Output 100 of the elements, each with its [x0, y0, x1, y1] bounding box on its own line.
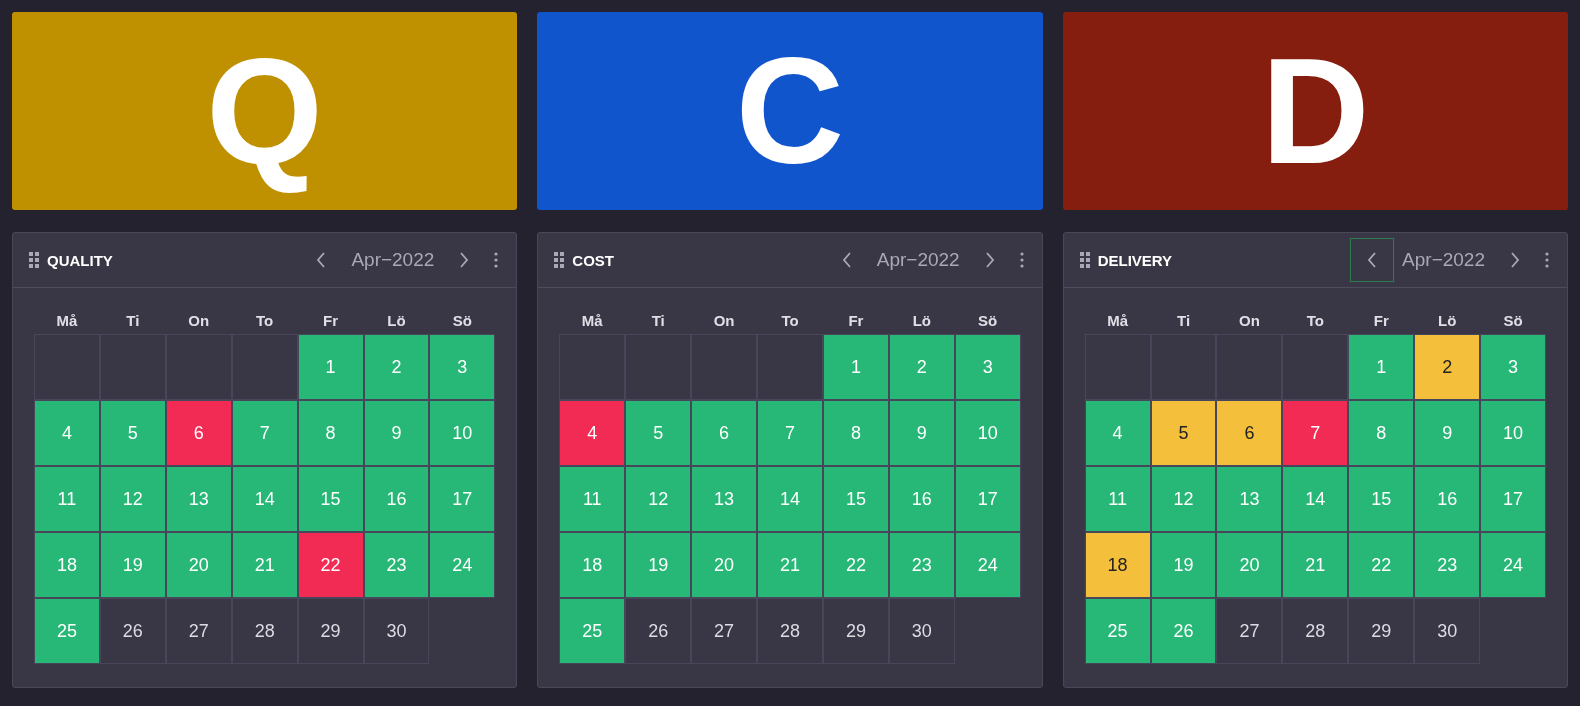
calendar-day[interactable]: 12 — [1150, 466, 1217, 532]
more-options-icon[interactable] — [1545, 252, 1549, 268]
calendar-day[interactable]: 29 — [822, 598, 889, 664]
calendar-day[interactable]: 3 — [429, 334, 496, 400]
calendar-day[interactable]: 5 — [1150, 400, 1217, 466]
calendar-day[interactable]: 27 — [165, 598, 232, 664]
calendar-day[interactable]: 27 — [1216, 598, 1283, 664]
calendar-day[interactable]: 15 — [297, 466, 364, 532]
calendar-day[interactable]: 3 — [954, 334, 1021, 400]
more-options-icon[interactable] — [1019, 252, 1024, 268]
calendar-day[interactable]: 15 — [822, 466, 889, 532]
calendar-day[interactable]: 27 — [691, 598, 758, 664]
calendar-day[interactable]: 3 — [1480, 334, 1546, 400]
calendar-day[interactable]: 4 — [559, 400, 626, 466]
calendar-day[interactable]: 16 — [363, 466, 430, 532]
calendar-day[interactable]: 1 — [822, 334, 889, 400]
calendar-day[interactable]: 25 — [1084, 598, 1151, 664]
calendar-day[interactable]: 21 — [1282, 532, 1349, 598]
calendar-day[interactable]: 1 — [1348, 334, 1415, 400]
calendar-day[interactable]: 14 — [757, 466, 823, 532]
calendar-day[interactable]: 7 — [757, 400, 823, 466]
calendar-day[interactable]: 9 — [363, 400, 430, 466]
calendar-day[interactable]: 13 — [1216, 466, 1283, 532]
calendar-day[interactable]: 10 — [429, 400, 496, 466]
calendar-day[interactable]: 13 — [165, 466, 232, 532]
calendar-day[interactable]: 23 — [363, 532, 430, 598]
calendar-day[interactable]: 7 — [231, 400, 298, 466]
calendar-day[interactable]: 20 — [165, 532, 232, 598]
calendar-day[interactable]: 2 — [363, 334, 430, 400]
calendar-day[interactable]: 4 — [1084, 400, 1151, 466]
calendar-day[interactable]: 26 — [99, 598, 166, 664]
calendar-day[interactable]: 14 — [1282, 466, 1349, 532]
drag-handle-icon[interactable] — [554, 252, 565, 268]
calendar-day[interactable]: 21 — [231, 532, 298, 598]
drag-handle-icon[interactable] — [29, 252, 39, 268]
calendar-day[interactable]: 28 — [231, 598, 298, 664]
calendar-day[interactable]: 9 — [1414, 400, 1481, 466]
calendar-day[interactable]: 19 — [625, 532, 692, 598]
calendar-day[interactable]: 25 — [34, 598, 100, 664]
calendar-day[interactable]: 30 — [1414, 598, 1481, 664]
month-label: Apr−2022 — [1402, 249, 1485, 271]
calendar-day[interactable]: 2 — [1414, 334, 1481, 400]
calendar-day[interactable]: 11 — [559, 466, 626, 532]
calendar-day[interactable]: 5 — [99, 400, 166, 466]
calendar-day[interactable]: 21 — [757, 532, 823, 598]
weekday-label: Må — [55, 311, 79, 329]
calendar-day[interactable]: 10 — [954, 400, 1021, 466]
calendar-day[interactable]: 28 — [757, 598, 823, 664]
calendar-day[interactable]: 17 — [954, 466, 1021, 532]
calendar-day[interactable]: 22 — [297, 532, 364, 598]
calendar-day[interactable]: 17 — [429, 466, 496, 532]
calendar-day[interactable]: 6 — [691, 400, 758, 466]
calendar-day[interactable]: 29 — [297, 598, 364, 664]
calendar-day[interactable]: 20 — [691, 532, 758, 598]
empty-day-slot — [625, 334, 692, 400]
calendar-day[interactable]: 2 — [888, 334, 955, 400]
calendar-day[interactable]: 4 — [34, 400, 100, 466]
calendar-day[interactable]: 24 — [429, 532, 496, 598]
calendar-day[interactable]: 8 — [297, 400, 364, 466]
calendar-day[interactable]: 19 — [99, 532, 166, 598]
calendar-day[interactable]: 9 — [888, 400, 955, 466]
calendar-day[interactable]: 8 — [822, 400, 889, 466]
calendar-day[interactable]: 30 — [888, 598, 955, 664]
calendar-day[interactable]: 14 — [231, 466, 298, 532]
drag-handle-icon[interactable] — [1079, 252, 1090, 268]
calendar-day[interactable]: 6 — [1216, 400, 1283, 466]
calendar-day[interactable]: 16 — [1414, 466, 1481, 532]
calendar-day[interactable]: 22 — [1348, 532, 1415, 598]
calendar-day[interactable]: 19 — [1150, 532, 1217, 598]
calendar-day[interactable]: 20 — [1216, 532, 1283, 598]
calendar-day[interactable]: 18 — [1084, 532, 1151, 598]
calendar-day[interactable]: 28 — [1282, 598, 1349, 664]
calendar-day[interactable]: 24 — [954, 532, 1021, 598]
calendar-day[interactable]: 17 — [1480, 466, 1546, 532]
calendar-day[interactable]: 5 — [625, 400, 692, 466]
calendar-day[interactable]: 29 — [1348, 598, 1415, 664]
calendar-day[interactable]: 18 — [34, 532, 100, 598]
calendar-day[interactable]: 1 — [297, 334, 364, 400]
calendar-day[interactable]: 11 — [34, 466, 100, 532]
calendar-day[interactable]: 15 — [1348, 466, 1415, 532]
calendar-day[interactable]: 12 — [99, 466, 166, 532]
calendar-day[interactable]: 13 — [691, 466, 758, 532]
weekday-label: Ti — [125, 311, 141, 329]
calendar-day[interactable]: 25 — [559, 598, 626, 664]
calendar-day[interactable]: 23 — [888, 532, 955, 598]
calendar-day[interactable]: 22 — [822, 532, 889, 598]
calendar-day[interactable]: 16 — [888, 466, 955, 532]
calendar-day[interactable]: 11 — [1084, 466, 1151, 532]
calendar-day[interactable]: 23 — [1414, 532, 1481, 598]
calendar-day[interactable]: 18 — [559, 532, 626, 598]
calendar-day[interactable]: 24 — [1480, 532, 1546, 598]
calendar-day[interactable]: 30 — [363, 598, 430, 664]
calendar-day[interactable]: 12 — [625, 466, 692, 532]
calendar-day[interactable]: 26 — [1150, 598, 1217, 664]
calendar-day[interactable]: 26 — [625, 598, 692, 664]
calendar-day[interactable]: 8 — [1348, 400, 1415, 466]
calendar-day[interactable]: 7 — [1282, 400, 1349, 466]
calendar-day[interactable]: 10 — [1480, 400, 1546, 466]
more-options-icon[interactable] — [494, 252, 499, 268]
calendar-day[interactable]: 6 — [165, 400, 232, 466]
